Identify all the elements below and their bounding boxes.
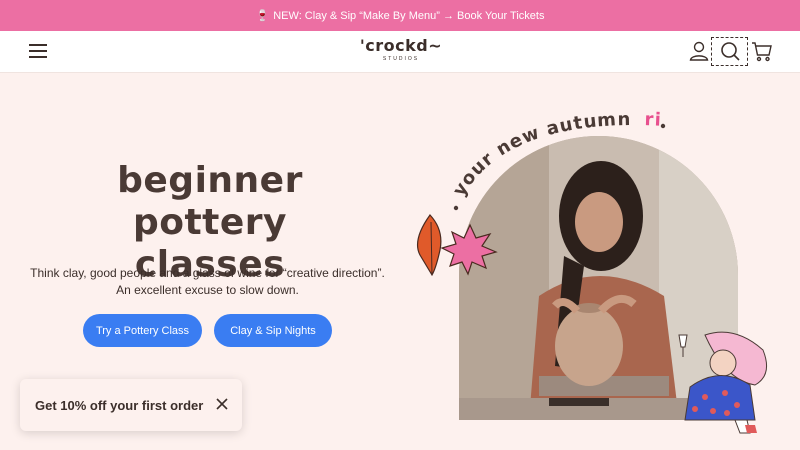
wine-glass-icon: 🍷 bbox=[255, 10, 270, 22]
discount-text[interactable]: Get 10% off your first order bbox=[35, 398, 203, 413]
site-header: 'crockd~ STUDIOS bbox=[0, 31, 800, 73]
hero-description: Think clay, good people and a glass of w… bbox=[20, 265, 395, 299]
discount-popup[interactable]: Get 10% off your first order bbox=[20, 379, 242, 431]
site-logo[interactable]: 'crockd~ STUDIOS bbox=[356, 37, 446, 69]
logo-text: 'crockd~ bbox=[359, 36, 443, 55]
autumn-leaves-icon bbox=[417, 214, 498, 277]
cart-icon[interactable] bbox=[750, 39, 774, 63]
logo-subtext: STUDIOS bbox=[382, 56, 420, 62]
announcement-text[interactable]: NEW: Clay & Sip “Make By Menu” → Book Yo… bbox=[273, 10, 544, 22]
hero-title-line-1: beginner pottery bbox=[117, 160, 303, 243]
announcement-bar[interactable]: 🍷 NEW: Clay & Sip “Make By Menu” → Book … bbox=[0, 0, 800, 31]
user-icon[interactable] bbox=[687, 39, 711, 63]
clay-sip-nights-button[interactable]: Clay & Sip Nights bbox=[214, 314, 332, 347]
hero-description-line-1: Think clay, good people and a glass of w… bbox=[30, 266, 385, 280]
hamburger-icon[interactable] bbox=[29, 44, 47, 58]
search-icon[interactable] bbox=[718, 39, 742, 63]
wine-lady-illustration-icon bbox=[678, 331, 768, 434]
hero-description-line-2: An excellent excuse to slow down. bbox=[116, 283, 299, 297]
try-pottery-class-button[interactable]: Try a Pottery Class bbox=[83, 314, 202, 347]
close-icon[interactable] bbox=[214, 396, 230, 412]
